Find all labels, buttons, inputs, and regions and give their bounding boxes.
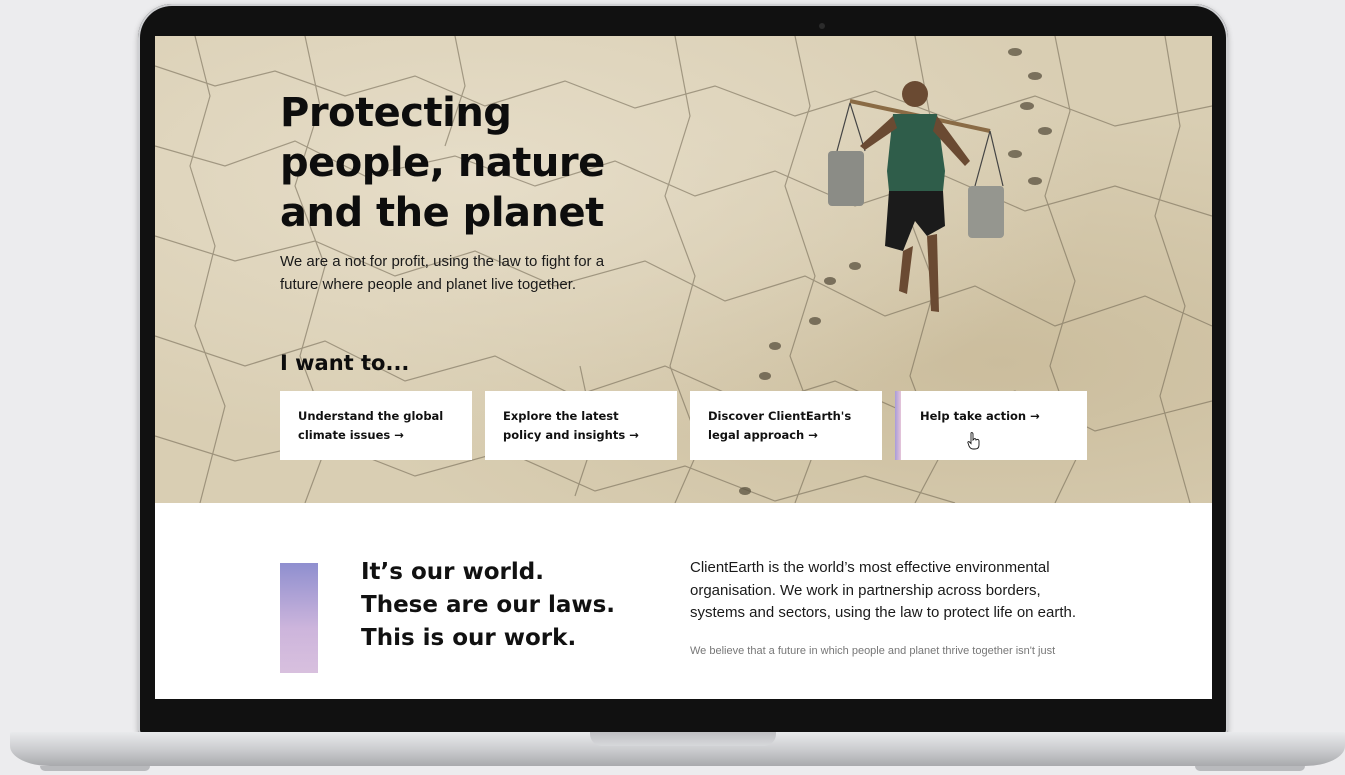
tagline-line: These are our laws.: [361, 592, 616, 618]
card-discover-legal-approach[interactable]: Discover ClientEarth's legal approach →: [690, 391, 882, 460]
laptop-foot: [1195, 766, 1305, 771]
man-carrying-buckets-image: [828, 81, 1004, 312]
camera: [819, 23, 825, 29]
card-explore-policy[interactable]: Explore the latest policy and insights →: [485, 391, 677, 460]
tagline-line: This is our work.: [361, 625, 577, 651]
accent-bar: [280, 563, 318, 673]
i-want-to-heading: I want to...: [280, 351, 410, 375]
hand-pointer-icon: [967, 432, 980, 450]
card-label: Explore the latest policy and insights →: [503, 409, 639, 442]
tagline: It’s our world. These are our laws. This…: [361, 556, 641, 655]
about-lead-paragraph: ClientEarth is the world’s most effectiv…: [690, 559, 1077, 621]
screen: Protecting people, nature and the planet…: [155, 36, 1212, 699]
hero-title: Protecting people, nature and the planet: [280, 88, 620, 238]
card-label: Help take action →: [920, 409, 1040, 423]
hero-subtitle: We are a not for profit, using the law t…: [280, 253, 605, 293]
laptop-notch: [590, 732, 776, 746]
tagline-line: It’s our world.: [361, 559, 544, 585]
laptop-foot: [40, 766, 150, 771]
card-label: Discover ClientEarth's legal approach →: [708, 409, 852, 442]
hero-title-line: people, nature: [280, 140, 605, 186]
card-label: Understand the global climate issues →: [298, 409, 444, 442]
card-help-take-action[interactable]: Help take action →: [895, 391, 1087, 460]
hero-title-line: and the planet: [280, 190, 604, 236]
card-understand-climate-issues[interactable]: Understand the global climate issues →: [280, 391, 472, 460]
hero-section: Protecting people, nature and the planet…: [155, 36, 1212, 503]
hero-title-line: Protecting: [280, 90, 512, 136]
about-body-paragraph: We believe that a future in which people…: [690, 645, 1056, 657]
